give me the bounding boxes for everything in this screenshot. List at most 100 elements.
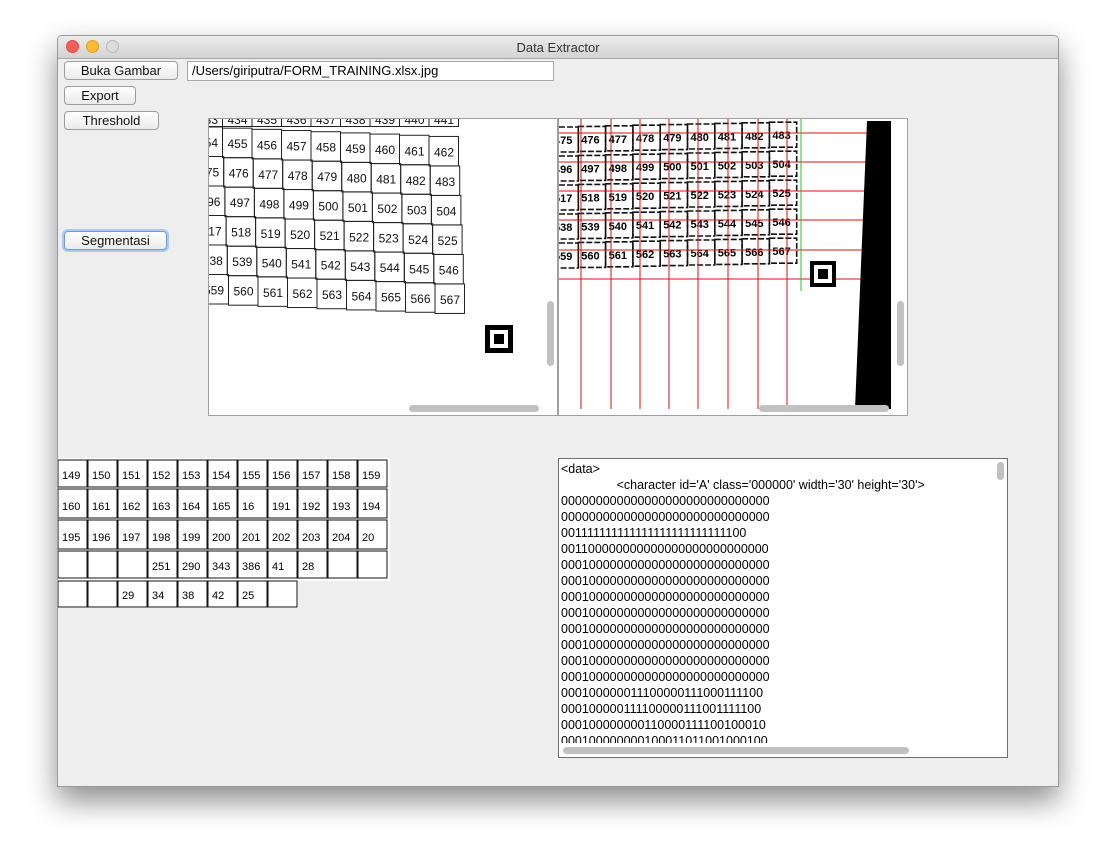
thr-cell-label: 496	[559, 164, 572, 176]
thr-cell-label: 475	[559, 135, 572, 147]
segment-cell-label: 163	[152, 501, 170, 513]
orig-cell-label: 461	[405, 144, 425, 158]
segment-cell-label: 156	[272, 470, 290, 482]
orig-cell-label: 541	[291, 258, 311, 272]
orig-cell-label: 478	[288, 169, 308, 183]
segment-cell-label: 150	[92, 470, 110, 482]
output-line: 000000000000000000000000000000	[561, 510, 770, 524]
orig-cell-label: 521	[320, 229, 340, 243]
segment-cell-label: 155	[242, 470, 260, 482]
segment-cell-label: 38	[182, 590, 194, 602]
orig-cell-label: 546	[439, 263, 459, 277]
segment-cell-label: 152	[152, 470, 170, 482]
orig-cell-label: 545	[409, 262, 429, 276]
segment-cell	[58, 580, 88, 608]
output-line: 000100000111100000111001111100	[561, 702, 762, 716]
threshold-pane-vertical-scrollbar[interactable]	[897, 301, 904, 366]
thr-cell-label: 483	[772, 130, 790, 142]
threshold-black-region	[855, 121, 891, 409]
orig-cell-label: 519	[261, 227, 281, 241]
orig-cell-label: 564	[352, 289, 372, 303]
original-pane-vertical-scrollbar[interactable]	[547, 301, 554, 366]
thr-cell-label: 567	[772, 246, 790, 258]
segment-cell	[357, 550, 388, 579]
output-line: 001100000000000000000000000000	[561, 542, 769, 556]
thr-cell-label: 479	[663, 133, 681, 145]
original-pane-horizontal-scrollbar[interactable]	[409, 405, 539, 412]
corner-marker	[485, 325, 513, 353]
segment-cell-label: 165	[212, 501, 230, 513]
orig-cell-label: 476	[229, 167, 249, 181]
orig-cell-label: 566	[411, 292, 431, 306]
segment-cell-label: 158	[332, 470, 350, 482]
segment-cell-label: 196	[92, 532, 110, 544]
orig-cell-label: 456	[257, 138, 277, 152]
segment-cell-label: 34	[152, 590, 164, 602]
export-button[interactable]: Export	[64, 86, 136, 105]
segment-cell-label: 386	[242, 561, 260, 573]
orig-cell-label: 525	[438, 234, 458, 248]
orig-cell-label: 458	[316, 141, 336, 155]
segment-cell-label: 192	[302, 501, 320, 513]
segment-cell-label: 25	[242, 590, 254, 602]
thr-cell-label: 543	[691, 219, 709, 231]
segment-cell	[327, 550, 358, 579]
orig-cell-label: 437	[316, 119, 336, 127]
orig-cell-label: 434	[228, 119, 248, 127]
orig-cell-label: 561	[263, 286, 283, 300]
threshold-corner-marker	[810, 261, 836, 287]
segment-cell-label: 290	[182, 561, 200, 573]
thr-cell-label: 480	[691, 132, 709, 144]
segment-cell-label: 157	[302, 470, 320, 482]
orig-cell-label: 502	[377, 202, 397, 216]
thr-cell-label: 500	[663, 162, 681, 174]
output-line: 000100000011100000111000111100	[561, 686, 764, 700]
segment-cell-label: 41	[272, 561, 284, 573]
thr-cell-label: 538	[559, 222, 572, 234]
thr-cell-label: 520	[636, 191, 654, 203]
thr-cell-label: 566	[745, 247, 763, 259]
open-image-button[interactable]: Buka Gambar	[64, 61, 178, 80]
orig-cell-label: 455	[228, 137, 248, 151]
thr-cell-label: 522	[691, 190, 709, 202]
output-line: 000100000000000000000000000000	[561, 590, 770, 604]
orig-cell-label: 539	[232, 255, 252, 269]
orig-cell-label: 459	[346, 142, 366, 156]
threshold-pane-horizontal-scrollbar[interactable]	[759, 405, 889, 412]
orig-cell-label: 439	[375, 119, 395, 127]
thr-cell-label: 517	[559, 193, 572, 205]
thr-cell-label: 560	[581, 250, 599, 262]
original-image-grid: 433 434 435 436 437 438 439 440 441 454 455 456 457 4…	[209, 119, 465, 314]
orig-cell-label: 498	[259, 197, 279, 211]
threshold-image-grid: 4754764774784794804814824834964974984995…	[559, 121, 798, 269]
thr-cell-label: 541	[636, 220, 654, 232]
orig-cell-label: 499	[289, 199, 309, 213]
orig-cell-label: 435	[257, 119, 277, 127]
output-text[interactable]: <data> <character id='A' class='000000' …	[561, 461, 993, 743]
output-line: 000100000000000000000000000000	[561, 574, 770, 588]
output-line: 000100000000000000000000000000	[561, 670, 770, 684]
segment-cell-label: 198	[152, 532, 170, 544]
file-path-field[interactable]: /Users/giriputra/FORM_TRAINING.xlsx.jpg	[187, 61, 554, 81]
segment-cell-label: 203	[302, 532, 320, 544]
title-bar: Data Extractor	[58, 36, 1058, 59]
segment-cell-label: 202	[272, 532, 290, 544]
segment-button[interactable]: Segmentasi	[64, 231, 167, 250]
output-horizontal-scrollbar[interactable]	[563, 747, 909, 754]
thr-cell-label: 525	[772, 188, 790, 200]
segment-cell-label: 28	[302, 561, 314, 573]
orig-cell-label: 438	[346, 119, 366, 127]
output-line: 001111111111111111111111111100	[561, 526, 747, 540]
orig-cell-label: 544	[380, 261, 400, 275]
orig-cell-label: 462	[434, 145, 454, 159]
output-vertical-scrollbar[interactable]	[997, 462, 1004, 480]
thr-cell-label: 565	[718, 247, 736, 259]
segment-cell-label: 153	[182, 470, 200, 482]
threshold-image-pane[interactable]: 4754764774784794804814824834964974984995…	[558, 118, 908, 416]
orig-cell-label: 540	[262, 256, 282, 270]
orig-cell-label: 562	[293, 287, 313, 301]
thr-cell-label: 499	[636, 162, 654, 174]
output-text-area[interactable]: <data> <character id='A' class='000000' …	[558, 458, 1008, 758]
original-image-pane[interactable]: 433 434 435 436 437 438 439 440 441 454 455 456 457 4…	[208, 118, 558, 416]
threshold-button[interactable]: Threshold	[64, 111, 159, 130]
